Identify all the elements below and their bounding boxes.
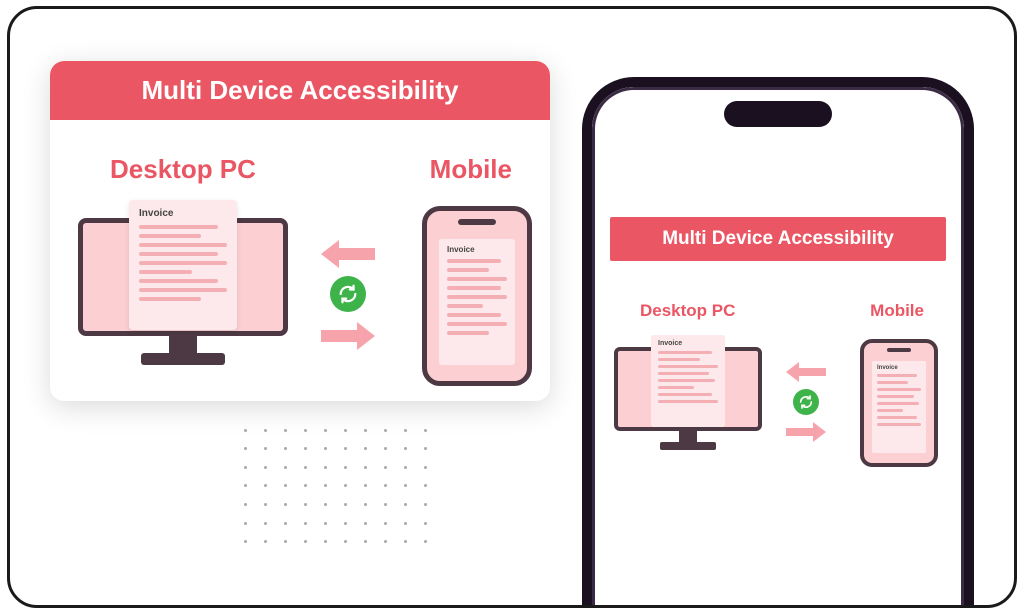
desktop-label: Desktop PC — [110, 154, 256, 185]
sync-icon — [330, 276, 366, 312]
document-title: Invoice — [877, 365, 921, 371]
desktop-label: Desktop PC — [640, 301, 735, 321]
document-title: Invoice — [139, 208, 227, 219]
phone-screen-content: Multi Device Accessibility Desktop PC Mo… — [610, 217, 946, 608]
mobile-phone-icon: Invoice — [422, 206, 532, 386]
mobile-label: Mobile — [430, 154, 512, 185]
phone-frame: Multi Device Accessibility Desktop PC Mo… — [582, 77, 974, 608]
card-title: Multi Device Accessibility — [50, 61, 550, 120]
document-title: Invoice — [447, 245, 507, 254]
desktop-pc-icon: Invoice — [78, 218, 288, 388]
mobile-phone-icon: Invoice — [860, 339, 938, 467]
arrow-right-icon — [321, 322, 375, 350]
arrow-right-icon — [786, 422, 826, 442]
phone-notch — [724, 101, 832, 127]
sync-indicator — [780, 362, 832, 444]
sync-icon — [793, 389, 819, 415]
decorative-dot-grid — [235, 421, 435, 551]
invoice-document-icon: Invoice — [651, 335, 725, 427]
accessibility-card: Multi Device Accessibility Desktop PC Mo… — [50, 61, 550, 401]
document-title: Invoice — [658, 340, 718, 347]
sync-indicator — [313, 240, 383, 350]
card-body: Desktop PC Mobile Invoice — [50, 120, 550, 401]
arrow-left-icon — [321, 240, 375, 268]
image-frame: Multi Device Accessibility Desktop PC Mo… — [7, 6, 1017, 608]
mobile-label: Mobile — [870, 301, 924, 321]
desktop-pc-icon: Invoice — [614, 347, 762, 467]
invoice-document-icon: Invoice — [872, 361, 926, 453]
invoice-document-icon: Invoice — [439, 239, 515, 365]
invoice-document-icon: Invoice — [129, 200, 237, 330]
arrow-left-icon — [786, 362, 826, 382]
card-title: Multi Device Accessibility — [610, 217, 946, 261]
